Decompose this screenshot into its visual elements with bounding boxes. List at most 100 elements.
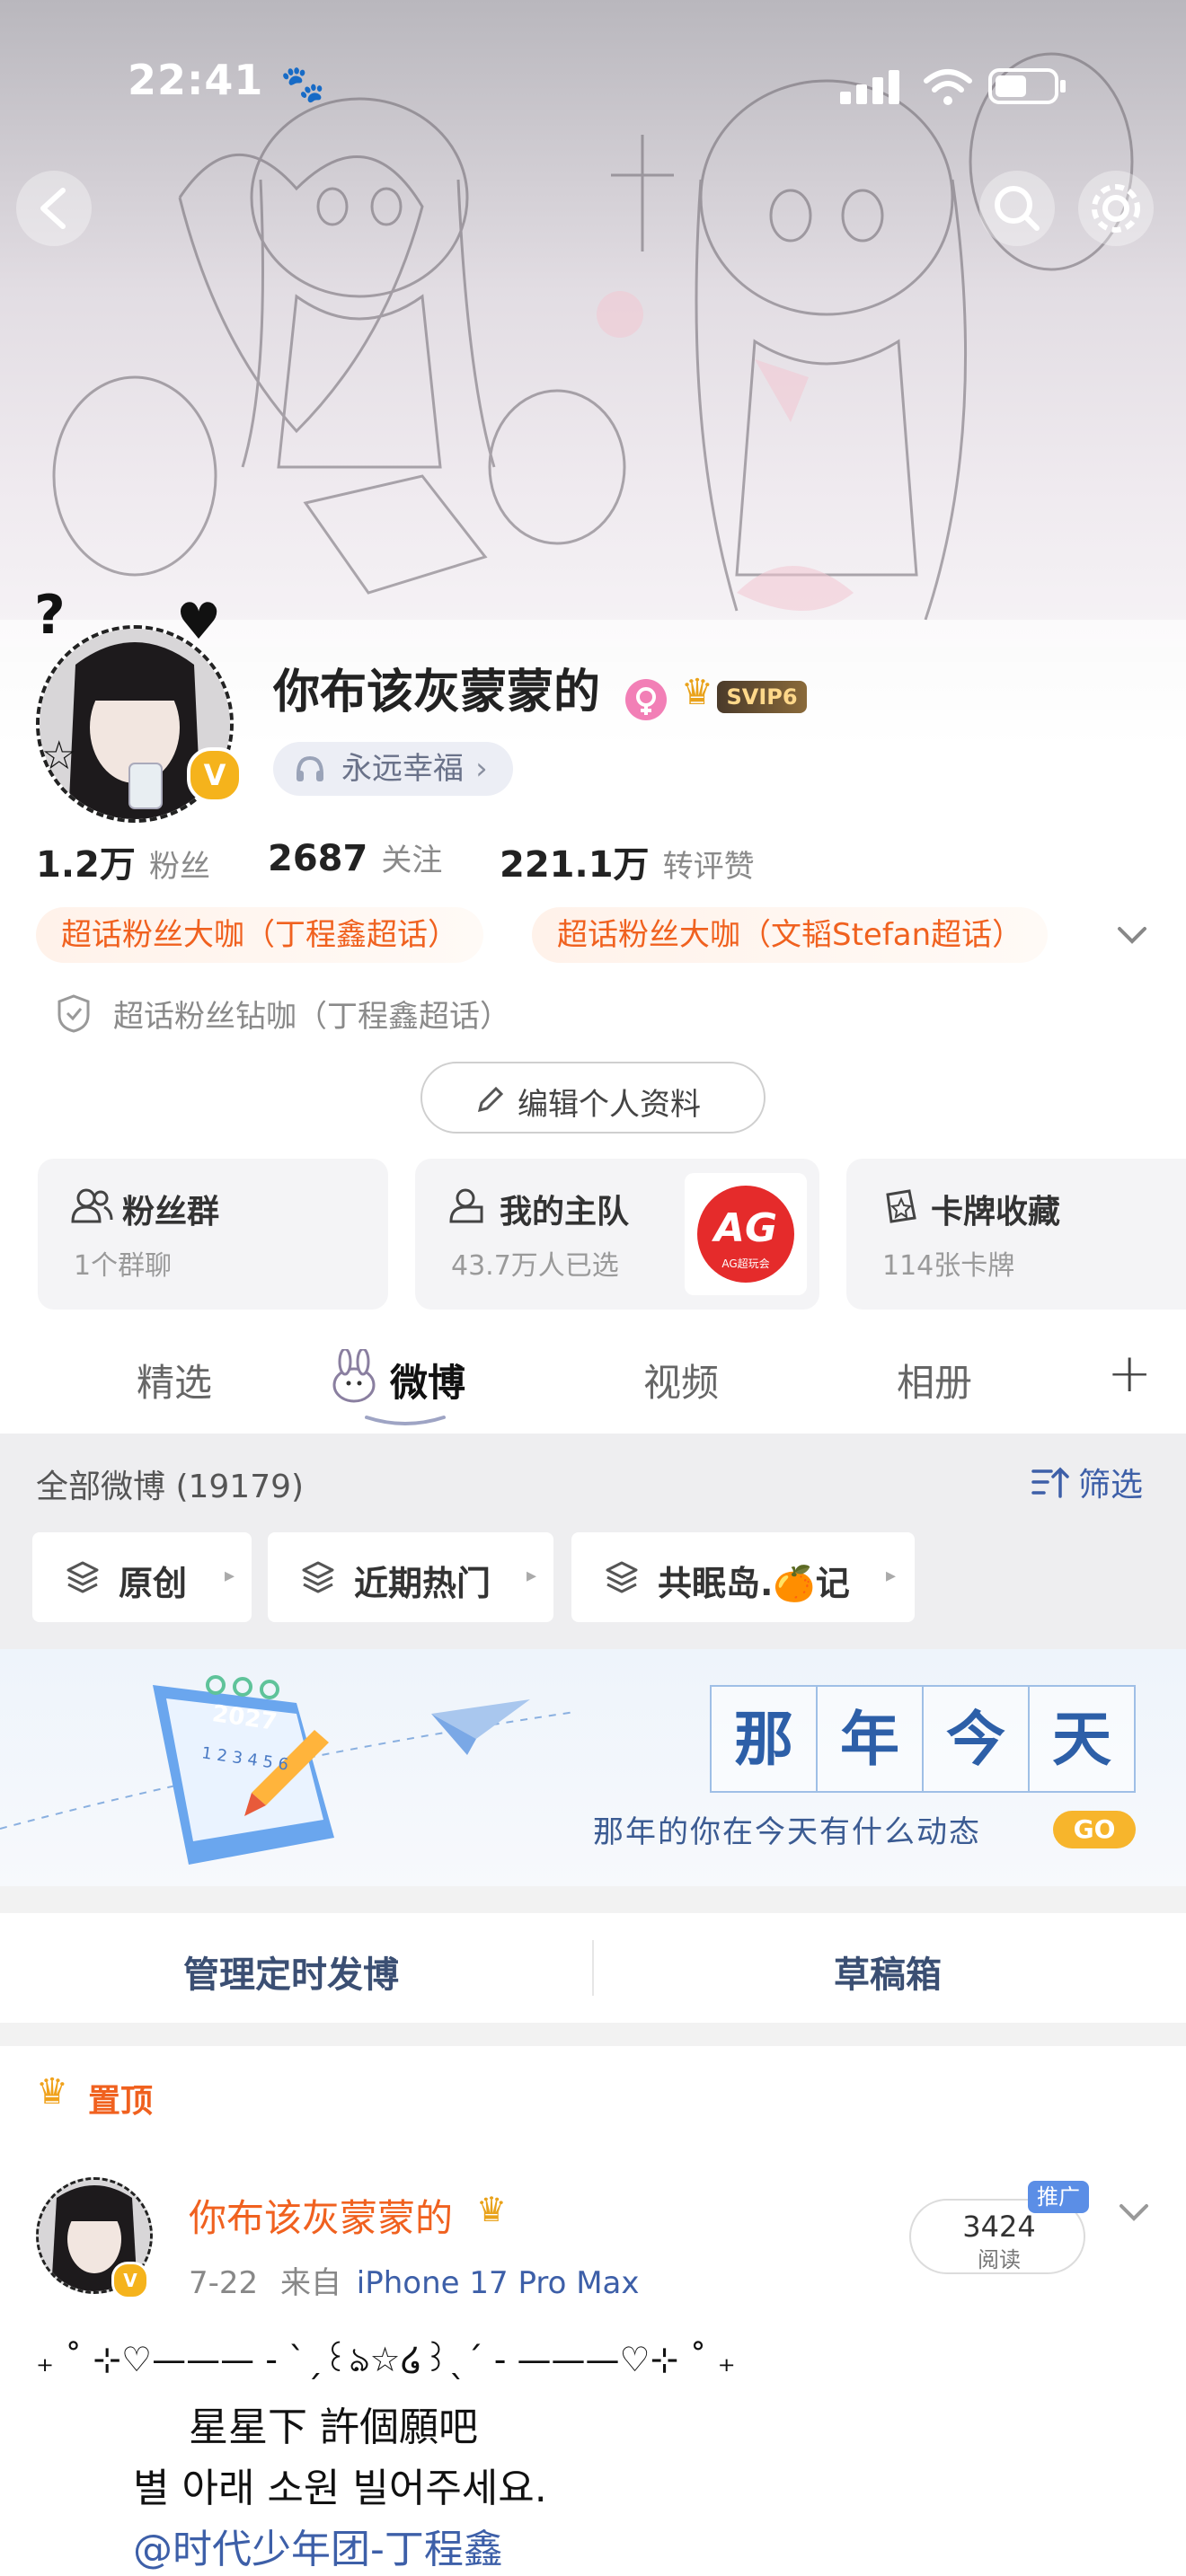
cellular-signal-icon — [840, 68, 905, 104]
feed-count-title: 全部微博 (19179) — [36, 1469, 305, 1505]
edit-profile-label: 编辑个人资料 — [518, 1087, 701, 1123]
settings-button[interactable] — [1078, 171, 1154, 246]
anniv-char-4: 天 — [1028, 1685, 1136, 1793]
feed-filter-section: 全部微博 (19179) 筛选 原创 ▸ 近期热门 ▸ 共眠岛.🍊记 ▸ — [0, 1434, 1186, 1649]
back-button[interactable] — [16, 171, 92, 246]
manage-scheduled-button[interactable]: 管理定时发博 — [183, 1945, 399, 1998]
layers-icon — [66, 1561, 99, 1593]
on-this-day-banner[interactable]: 2027 1 2 3 4 5 6 那 年 今 天 那年的你在今天有什么动态 GO — [0, 1649, 1186, 1886]
search-icon — [995, 186, 1040, 231]
chevron-left-icon — [40, 188, 66, 229]
anniv-char-1: 那 — [710, 1685, 818, 1793]
layers-icon — [606, 1561, 638, 1593]
chip-recent-hot[interactable]: 近期热门 ▸ — [268, 1532, 553, 1622]
signature-text: 永远幸福 — [341, 751, 464, 787]
wifi-icon — [921, 65, 975, 106]
stat-fans[interactable]: 1.2万 粉丝 — [36, 835, 210, 887]
tab-video[interactable]: 视频 — [643, 1353, 719, 1407]
edit-profile-button[interactable]: 编辑个人资料 — [420, 1062, 766, 1134]
home-team-sub: 43.7万人已选 — [451, 1250, 619, 1282]
stat-following-label: 关注 — [381, 842, 443, 878]
fans-group-card[interactable]: 粉丝群 1个群聊 — [38, 1159, 388, 1310]
chevron-right-icon: › — [475, 751, 488, 787]
status-time: 22:41 — [128, 56, 264, 104]
anniv-char-3: 今 — [922, 1685, 1030, 1793]
home-team-card[interactable]: 我的主队 43.7万人已选 AG AG超玩会 — [415, 1159, 819, 1310]
filter-sort-icon — [1031, 1467, 1069, 1498]
chevron-down-icon[interactable] — [1114, 923, 1150, 948]
chevron-down-icon[interactable] — [1116, 2201, 1152, 2226]
gear-icon — [1092, 184, 1140, 233]
anniv-subtitle: 那年的你在今天有什么动态 — [593, 1814, 981, 1850]
tab-active-indicator — [365, 1416, 446, 1425]
read-label: 阅读 — [978, 2247, 1021, 2272]
bunny-tab-icon — [325, 1347, 383, 1407]
chip-arrow-icon: ▸ — [527, 1565, 537, 1587]
ag-logo-sub: AG超玩会 — [721, 1257, 770, 1270]
post-date: 7-22 — [189, 2265, 259, 2301]
post-author[interactable]: 你布该灰蒙蒙的 — [189, 2188, 453, 2243]
drafts-button[interactable]: 草稿箱 — [834, 1945, 942, 1998]
female-icon — [625, 679, 667, 720]
pinned-post[interactable]: ♛ 置顶 V 你布该灰蒙蒙的 ♛ 7-22 来自 iPhone 17 Pro M… — [0, 2046, 1186, 2576]
avatar-sticker-question-icon: ? — [34, 584, 66, 647]
read-count: 3424 — [962, 2210, 1036, 2244]
post-meta: 7-22 来自 iPhone 17 Pro Max — [189, 2258, 639, 2302]
avatar-sticker-heart-icon: ♥ — [176, 593, 222, 651]
anniv-go-button[interactable]: GO — [1053, 1811, 1136, 1848]
layers-icon — [302, 1561, 334, 1593]
chip-sleep-island-label: 共眠岛.🍊记 — [658, 1564, 850, 1603]
verified-badge: V — [187, 747, 243, 803]
stat-interactions[interactable]: 221.1万 转评赞 — [500, 835, 755, 887]
crown-icon: ♛ — [681, 672, 713, 713]
post-line-3: 별 아래 소원 빌어주세요. — [133, 2466, 547, 2511]
stat-interactions-value: 221.1万 — [500, 844, 650, 886]
crown-icon: ♛ — [36, 2071, 68, 2113]
ag-logo-text: AG — [713, 1205, 778, 1251]
post-mention-link[interactable]: @时代少年团-丁程鑫 — [133, 2517, 503, 2574]
ag-team-logo: AG AG超玩会 — [685, 1173, 807, 1295]
fans-group-sub: 1个群聊 — [74, 1250, 173, 1282]
shield-check-icon — [58, 994, 90, 1033]
chip-arrow-icon: ▸ — [225, 1565, 235, 1587]
stat-following[interactable]: 2687 关注 — [268, 835, 442, 879]
tab-weibo[interactable]: 微博 — [390, 1353, 465, 1407]
search-button[interactable] — [979, 171, 1055, 246]
pinned-label: 置顶 — [88, 2083, 154, 2120]
card-collection-title: 卡牌收藏 — [931, 1194, 1061, 1231]
paw-icon: 🐾 — [280, 64, 325, 105]
chip-original-label: 原创 — [119, 1564, 188, 1603]
chip-sleep-island[interactable]: 共眠岛.🍊记 ▸ — [571, 1532, 915, 1622]
signature-pill[interactable]: 永远幸福 › — [273, 742, 513, 796]
filter-label: 筛选 — [1078, 1467, 1144, 1504]
post-actions-bar: 管理定时发博 草稿箱 — [0, 1913, 1186, 2023]
svip-label: SVIP6 — [717, 681, 807, 713]
chip-recent-hot-label: 近期热门 — [354, 1564, 491, 1603]
promo-tag: 推广 — [1028, 2181, 1089, 2213]
post-line-2: 星星下 許個願吧 — [189, 2404, 478, 2450]
team-icon — [449, 1188, 483, 1223]
supertag-chip-1[interactable]: 超话粉丝大咖（丁程鑫超话） — [36, 907, 483, 963]
post-line-1: ₊ ˚ ⊹♡——— - ˋˏ꒰ঌ☆໒꒱ˎˊ - ———♡⊹ ˚ ₊ — [36, 2340, 736, 2379]
tab-featured[interactable]: 精选 — [137, 1353, 212, 1407]
headphones-icon — [296, 755, 323, 781]
stat-fans-value: 1.2万 — [36, 844, 136, 886]
post-source[interactable]: iPhone 17 Pro Max — [357, 2265, 640, 2301]
stat-fans-label: 粉丝 — [148, 849, 210, 885]
card-collection-sub: 114张卡牌 — [882, 1250, 1015, 1282]
stat-interactions-label: 转评赞 — [662, 849, 755, 885]
tab-album[interactable]: 相册 — [897, 1353, 972, 1407]
profile-tabs: 精选 微博 视频 相册 + — [0, 1329, 1186, 1434]
profile-cover-banner[interactable]: 22:41 🐾 — [0, 0, 1186, 647]
svip-badge[interactable]: ♛ SVIP6 — [681, 672, 812, 717]
chip-arrow-icon: ▸ — [886, 1565, 897, 1587]
battery-icon — [988, 66, 1069, 106]
add-tab-button[interactable]: + — [1107, 1342, 1152, 1405]
chip-original[interactable]: 原创 ▸ — [32, 1532, 252, 1622]
users-icon — [71, 1188, 113, 1223]
card-collection-card[interactable]: 卡牌收藏 114张卡牌 — [846, 1159, 1186, 1310]
supertag-diamond-label: 超话粉丝钻咖（丁程鑫超话） — [113, 999, 510, 1035]
home-team-title: 我的主队 — [500, 1194, 630, 1231]
supertag-chip-2[interactable]: 超话粉丝大咖（文韬Stefan超话） — [532, 907, 1049, 963]
post-verified-badge: V — [111, 2262, 149, 2299]
